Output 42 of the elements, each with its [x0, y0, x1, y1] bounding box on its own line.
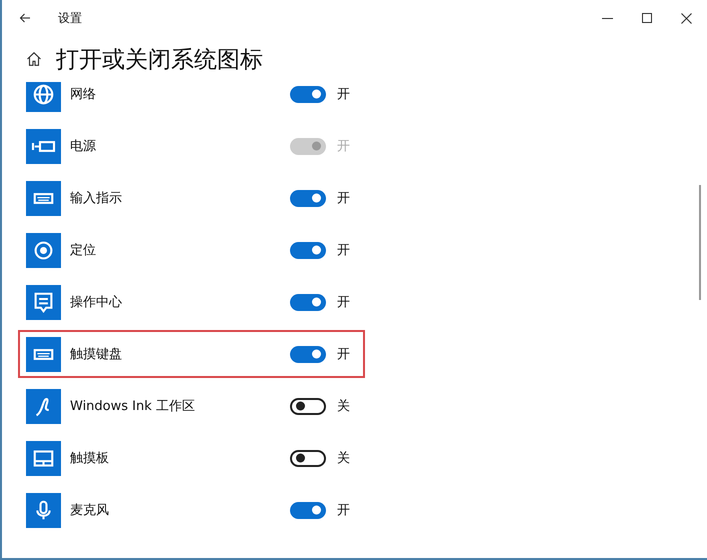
- setting-label: 网络: [70, 86, 97, 103]
- setting-label: 触摸键盘: [70, 346, 123, 363]
- toggle-state: 开: [337, 502, 351, 519]
- home-icon[interactable]: [26, 51, 42, 67]
- touchpad-icon: [26, 440, 61, 476]
- toggle-state: 开: [337, 190, 351, 207]
- message-icon: [26, 284, 61, 320]
- setting-label: 输入指示: [70, 190, 123, 207]
- back-icon[interactable]: [19, 13, 31, 23]
- location-icon: [26, 232, 61, 268]
- setting-label: 麦克风: [70, 502, 110, 519]
- setting-label: 定位: [70, 242, 97, 259]
- setting-label: Windows Ink 工作区: [70, 398, 196, 415]
- microphone-icon: [26, 492, 61, 528]
- scrollbar[interactable]: [699, 185, 701, 300]
- toggle-switch[interactable]: [290, 86, 326, 102]
- toggle-switch[interactable]: [290, 398, 326, 414]
- toggle-state: 开: [337, 86, 351, 103]
- toggle-switch[interactable]: [290, 190, 326, 206]
- setting-label: 操作中心: [70, 294, 123, 311]
- toggle-switch[interactable]: [290, 502, 326, 518]
- toggle-switch[interactable]: [290, 294, 326, 310]
- toggle-switch[interactable]: [290, 346, 326, 362]
- close-icon[interactable]: [681, 12, 692, 24]
- page-title: 打开或关闭系统图标: [56, 46, 263, 74]
- toggle-state: 开: [337, 138, 351, 155]
- toggle-state: 开: [337, 242, 351, 259]
- window-title: 设置: [58, 10, 82, 26]
- keyboard-icon: [26, 336, 61, 372]
- toggle-switch[interactable]: [290, 450, 326, 466]
- setting-label: 电源: [70, 138, 97, 155]
- toggle-state: 关: [337, 450, 351, 467]
- toggle-state: 关: [337, 398, 351, 415]
- setting-label: 触摸板: [70, 450, 110, 467]
- battery-icon: [26, 128, 61, 164]
- pen-icon: [26, 388, 61, 424]
- keyboard-icon: [26, 180, 61, 216]
- globe-icon: [26, 82, 61, 112]
- toggle-state: 开: [337, 346, 351, 363]
- toggle-switch[interactable]: [290, 242, 326, 258]
- toggle-state: 开: [337, 294, 351, 311]
- maximize-icon[interactable]: [642, 13, 652, 23]
